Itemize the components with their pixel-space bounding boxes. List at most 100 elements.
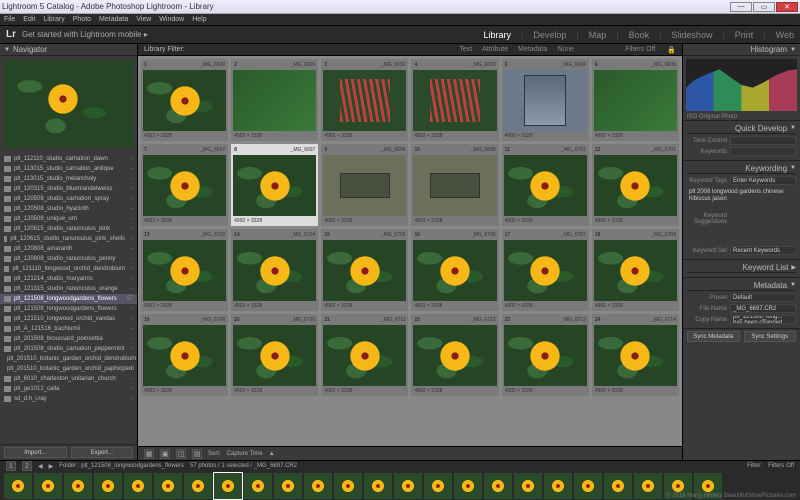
grid-cell[interactable]: 3_MG_66924992 × 3328 <box>321 59 408 141</box>
filmstrip-cell[interactable] <box>454 473 482 499</box>
wb-value[interactable] <box>730 147 796 156</box>
grid-cell[interactable]: 2_MG_66904992 × 3328 <box>231 59 318 141</box>
filmstrip-cell[interactable] <box>244 473 272 499</box>
menu-photo[interactable]: Photo <box>73 16 91 23</box>
histogram-header[interactable]: Histogram▼ <box>683 44 800 56</box>
grid-cell[interactable]: 24_MG_67144992 × 3328 <box>592 314 679 396</box>
window-maximize-button[interactable]: ▭ <box>753 2 775 12</box>
grid-cell[interactable]: 19_MG_67094992 × 3328 <box>141 314 228 396</box>
filter-tab-text[interactable]: Text <box>459 46 472 53</box>
module-print[interactable]: Print <box>735 30 754 40</box>
folder-row[interactable]: plt_120808_amaranth- <box>0 244 137 254</box>
keywording-header[interactable]: Keywording▼ <box>687 163 796 174</box>
menu-window[interactable]: Window <box>159 16 184 23</box>
metadata-copyname[interactable]: plt_121508_long... has been changed <box>730 315 796 324</box>
grid-cell[interactable]: 8_MG_66974992 × 3328 <box>231 144 318 226</box>
filters-off-label[interactable]: Filters Off <box>625 46 655 53</box>
module-develop[interactable]: Develop <box>533 30 566 40</box>
folder-row[interactable]: plt_A_121516_trachiumii- <box>0 324 137 334</box>
histogram[interactable] <box>686 59 797 111</box>
grid-cell[interactable]: 17_MG_67074992 × 3328 <box>502 229 589 311</box>
window-close-button[interactable]: ✕ <box>776 2 798 12</box>
keywords-textarea[interactable]: plt 2008 longwood gardens chinese hibisc… <box>687 187 796 211</box>
grid-cell[interactable]: 11_MG_67014992 × 3328 <box>502 144 589 226</box>
menu-file[interactable]: File <box>4 16 15 23</box>
grid-cell[interactable]: 15_MG_67054992 × 3328 <box>321 229 408 311</box>
filmstrip-cell[interactable] <box>154 473 182 499</box>
module-library[interactable]: Library <box>483 30 511 40</box>
filter-tab-attribute[interactable]: Attribute <box>482 46 508 53</box>
loupe-view-icon[interactable]: ▣ <box>160 449 170 459</box>
grid-cell[interactable]: 1_MG_66904992 × 3328 <box>141 59 228 141</box>
folder-row[interactable]: plt_113015_studio_melancholy- <box>0 174 137 184</box>
folder-row[interactable]: plt_121510_longwood_orchid_vandas- <box>0 314 137 324</box>
grid-cell[interactable]: 23_MG_67134992 × 3328 <box>502 314 589 396</box>
grid-cell[interactable]: 18_MG_67084992 × 3328 <box>592 229 679 311</box>
filter-tab-metadata[interactable]: Metadata <box>518 46 547 53</box>
filmstrip-cell[interactable] <box>184 473 212 499</box>
nav-prev-icon[interactable]: ◀ <box>38 463 43 470</box>
keyword-suggestion[interactable] <box>760 236 796 244</box>
grid-view[interactable]: 1_MG_66904992 × 33282_MG_66904992 × 3328… <box>138 56 682 446</box>
filmstrip-cell[interactable] <box>4 473 32 499</box>
folder-row[interactable]: plt_ge1012_calla- <box>0 384 137 394</box>
navigator-preview[interactable] <box>4 60 133 148</box>
folder-row[interactable]: plt_120508_studio_hyacinth- <box>0 204 137 214</box>
filmstrip-cell[interactable] <box>484 473 512 499</box>
sync-metadata-button[interactable]: Sync Metadata <box>687 331 740 342</box>
second-window-icon[interactable]: 1 <box>6 461 16 471</box>
folder-row[interactable]: plt_201508_studio_carnation_peppermint- <box>0 344 137 354</box>
menu-library[interactable]: Library <box>43 16 64 23</box>
metadata-preset[interactable]: Default <box>730 293 796 302</box>
keyword-suggestion[interactable] <box>687 236 723 244</box>
folder-row[interactable]: plt_112110_studio_carnation_dawn- <box>0 154 137 164</box>
grid-cell[interactable]: 12_MG_67014992 × 3328 <box>592 144 679 226</box>
folder-row[interactable]: plt_6010_charleston_unitarian_church- <box>0 374 137 384</box>
metadata-filename[interactable]: _MG_6697.CR2 <box>730 304 796 313</box>
filmstrip-cell[interactable] <box>544 473 572 499</box>
filmstrip-cell[interactable] <box>34 473 62 499</box>
sort-value[interactable]: Capture Time <box>227 451 263 457</box>
grid-cell[interactable]: 14_MG_67044992 × 3328 <box>231 229 318 311</box>
folder-row[interactable]: plt_121508_longwoodgardens_flowers- <box>0 304 137 314</box>
grid-cell[interactable]: 5_MG_66944992 × 3328 <box>502 59 589 141</box>
menu-help[interactable]: Help <box>192 16 206 23</box>
folder-row[interactable]: plt_201510_botanic_garden_orchid_paphiop… <box>0 364 137 374</box>
keyword-suggestion[interactable] <box>687 227 723 235</box>
folder-row[interactable]: plt_121110_longwood_orchid_dendrobium- <box>0 264 137 274</box>
filmstrip-cell[interactable] <box>94 473 122 499</box>
filmstrip-cell[interactable] <box>334 473 362 499</box>
keyword-suggestion[interactable] <box>724 236 760 244</box>
keyword-tags-mode[interactable]: Enter Keywords <box>730 176 796 185</box>
keyword-list-header[interactable]: Keyword List▶ <box>687 262 796 273</box>
quick-develop-header[interactable]: Quick Develop▼ <box>687 123 796 134</box>
module-map[interactable]: Map <box>589 30 607 40</box>
folder-row[interactable]: plt_201510_botanic_garden_orchid_dendrob… <box>0 354 137 364</box>
grid-cell[interactable]: 6_MG_66954992 × 3328 <box>592 59 679 141</box>
keyword-suggestion[interactable] <box>760 227 796 235</box>
filmstrip-cell[interactable] <box>634 473 662 499</box>
filmstrip-filters-off[interactable]: Filters Off <box>768 463 794 469</box>
filmstrip-cell[interactable] <box>394 473 422 499</box>
grid-cell[interactable]: 20_MG_67104992 × 3328 <box>231 314 318 396</box>
filter-lock-icon[interactable]: 🔒 <box>667 46 676 54</box>
folder-row[interactable]: plt_120808_studio_ranunculus_penny- <box>0 254 137 264</box>
folder-row[interactable]: plt_120615_studio_ranunculus_pink_shells… <box>0 234 137 244</box>
filmstrip-cell[interactable] <box>124 473 152 499</box>
filmstrip-cell[interactable] <box>274 473 302 499</box>
keyword-set-value[interactable]: Recent Keywords <box>730 246 796 255</box>
grid-cell[interactable]: 9_MG_66984992 × 3328 <box>321 144 408 226</box>
grid-view-icon[interactable]: ▦ <box>144 449 154 459</box>
import-button[interactable]: Import... <box>4 447 67 458</box>
window-minimize-button[interactable]: — <box>730 2 752 12</box>
filmstrip-cell[interactable] <box>214 473 242 499</box>
filmstrip-cell[interactable] <box>514 473 542 499</box>
module-slideshow[interactable]: Slideshow <box>671 30 712 40</box>
filmstrip-cell[interactable] <box>64 473 92 499</box>
grid-cell[interactable]: 16_MG_67064992 × 3328 <box>411 229 498 311</box>
menu-view[interactable]: View <box>136 16 151 23</box>
grid-cell[interactable]: 21_MG_67114992 × 3328 <box>321 314 408 396</box>
filmstrip-cell[interactable] <box>604 473 632 499</box>
module-web[interactable]: Web <box>776 30 794 40</box>
filter-tab-none[interactable]: None <box>557 46 574 53</box>
